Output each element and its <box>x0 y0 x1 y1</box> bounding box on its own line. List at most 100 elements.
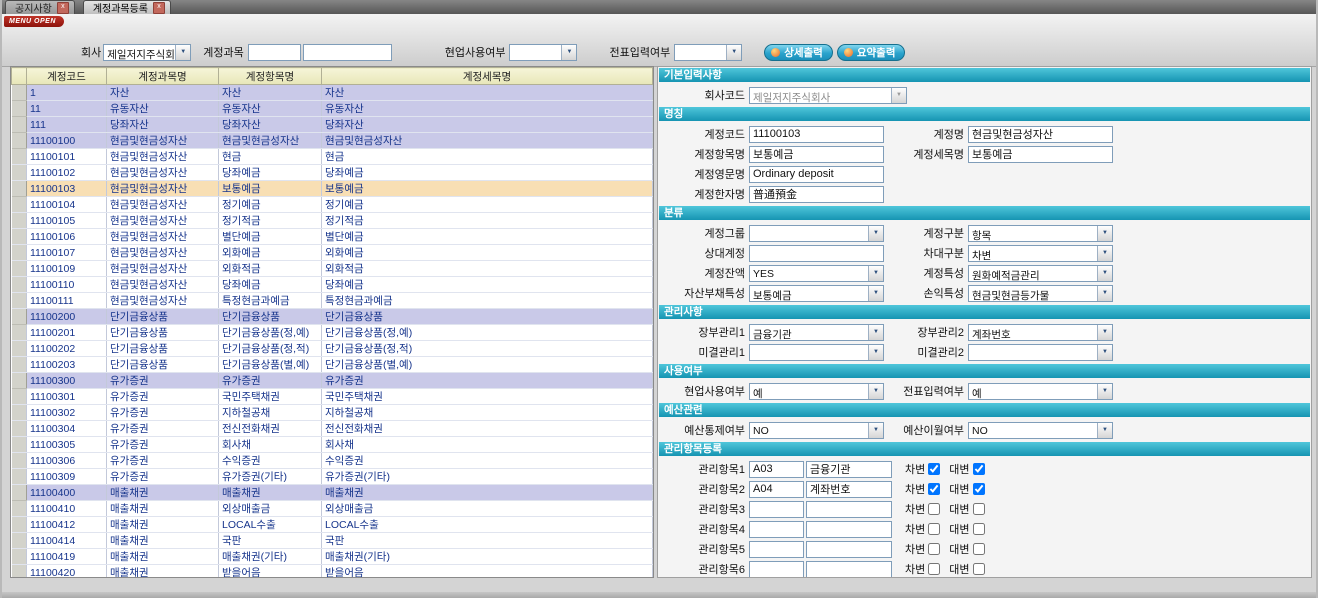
mgmt-item-name-input[interactable] <box>806 481 892 498</box>
row-selector-cell[interactable] <box>12 293 27 309</box>
table-row[interactable]: 11100302유가증권지하철공채지하철공채 <box>12 405 653 421</box>
slip-input-select[interactable]: ▼ <box>674 44 742 61</box>
pending2-select[interactable]: ▼ <box>968 344 1113 361</box>
row-selector-cell[interactable] <box>12 213 27 229</box>
company-select[interactable]: 제일저지주식회사▼ <box>103 44 191 61</box>
account-detail-field[interactable] <box>968 146 1113 163</box>
budget-carryover-select[interactable]: NO▼ <box>968 422 1113 439</box>
table-row[interactable]: 1자산자산자산 <box>12 85 653 101</box>
row-selector-cell[interactable] <box>12 133 27 149</box>
row-selector-cell[interactable] <box>12 229 27 245</box>
mgmt-item-code-input[interactable] <box>749 561 804 578</box>
close-icon[interactable]: x <box>153 2 165 14</box>
table-row[interactable]: 11100414매출채권국판국판 <box>12 533 653 549</box>
row-selector-cell[interactable] <box>12 149 27 165</box>
row-selector-cell[interactable] <box>12 309 27 325</box>
credit-checkbox[interactable] <box>973 543 985 555</box>
mgmt-item-code-input[interactable] <box>749 541 804 558</box>
table-row[interactable]: 11100410매출채권외상매출금외상매출금 <box>12 501 653 517</box>
table-row[interactable]: 11유동자산유동자산유동자산 <box>12 101 653 117</box>
credit-checkbox[interactable] <box>973 503 985 515</box>
asset-liability-trait-select[interactable]: 보통예금▼ <box>749 285 884 302</box>
detail-print-button[interactable]: 상세출력 <box>764 44 833 61</box>
table-row[interactable]: 11100301유가증권국민주택채권국민주택채권 <box>12 389 653 405</box>
credit-checkbox[interactable] <box>973 483 985 495</box>
tab-notice[interactable]: 공지사항 x <box>5 0 75 14</box>
budget-control-select[interactable]: NO▼ <box>749 422 884 439</box>
row-selector-cell[interactable] <box>12 341 27 357</box>
account-group-select[interactable]: ▼ <box>749 225 884 242</box>
row-selector-cell[interactable] <box>12 197 27 213</box>
row-selector-cell[interactable] <box>12 485 27 501</box>
table-row[interactable]: 111당좌자산당좌자산당좌자산 <box>12 117 653 133</box>
table-row[interactable]: 11100304유가증권전신전화채권전신전화채권 <box>12 421 653 437</box>
table-row[interactable]: 11100419매출채권매출채권(기타)매출채권(기타) <box>12 549 653 565</box>
row-selector-cell[interactable] <box>12 277 27 293</box>
row-selector-cell[interactable] <box>12 85 27 101</box>
row-selector-cell[interactable] <box>12 437 27 453</box>
credit-checkbox[interactable] <box>973 523 985 535</box>
ledger1-select[interactable]: 금융기관▼ <box>749 324 884 341</box>
pl-trait-select[interactable]: 현금및현금등가물▼ <box>968 285 1113 302</box>
table-row[interactable]: 11100202단기금융상품단기금융상품(정,적)단기금융상품(정,적) <box>12 341 653 357</box>
debit-checkbox[interactable] <box>928 483 940 495</box>
table-row[interactable]: 11100101현금및현금성자산현금현금 <box>12 149 653 165</box>
debit-checkbox[interactable] <box>928 563 940 575</box>
mgmt-item-code-input[interactable] <box>749 501 804 518</box>
mgmt-item-name-input[interactable] <box>806 521 892 538</box>
row-selector-cell[interactable] <box>12 117 27 133</box>
debit-checkbox[interactable] <box>928 463 940 475</box>
row-selector-cell[interactable] <box>12 325 27 341</box>
table-row[interactable]: 11100106현금및현금성자산별단예금별단예금 <box>12 229 653 245</box>
debit-checkbox[interactable] <box>928 543 940 555</box>
row-selector-cell[interactable] <box>12 165 27 181</box>
table-row[interactable]: 11100203단기금융상품단기금융상품(별,예)단기금융상품(별,예) <box>12 357 653 373</box>
row-selector-cell[interactable] <box>12 549 27 565</box>
credit-checkbox[interactable] <box>973 463 985 475</box>
pending1-select[interactable]: ▼ <box>749 344 884 361</box>
mgmt-item-name-input[interactable] <box>806 561 892 578</box>
row-selector-cell[interactable] <box>12 453 27 469</box>
row-selector-cell[interactable] <box>12 181 27 197</box>
debit-checkbox[interactable] <box>928 503 940 515</box>
account-hanja-field[interactable] <box>749 186 884 203</box>
account-division-select[interactable]: 항목▼ <box>968 225 1113 242</box>
menu-open-button[interactable]: MENU OPEN <box>4 16 64 27</box>
row-selector-cell[interactable] <box>12 501 27 517</box>
row-selector-cell[interactable] <box>12 517 27 533</box>
table-row[interactable]: 11100300유가증권유가증권유가증권 <box>12 373 653 389</box>
mgmt-item-code-input[interactable] <box>749 481 804 498</box>
row-selector-cell[interactable] <box>12 261 27 277</box>
counter-account-field[interactable] <box>749 245 884 262</box>
table-row[interactable]: 11100111현금및현금성자산특정현금과예금특정현금과예금 <box>12 293 653 309</box>
tab-account-registration[interactable]: 계정과목등록 x <box>83 0 171 14</box>
mgmt-item-code-input[interactable] <box>749 461 804 478</box>
mgmt-item-name-input[interactable] <box>806 541 892 558</box>
table-row[interactable]: 11100309유가증권유가증권(기타)유가증권(기타) <box>12 469 653 485</box>
table-row[interactable]: 11100201단기금융상품단기금융상품(정,예)단기금융상품(정,예) <box>12 325 653 341</box>
row-selector-cell[interactable] <box>12 421 27 437</box>
table-row[interactable]: 11100400매출채권매출채권매출채권 <box>12 485 653 501</box>
mgmt-item-code-input[interactable] <box>749 521 804 538</box>
table-row[interactable]: 11100412매출채권LOCAL수출LOCAL수출 <box>12 517 653 533</box>
ledger2-select[interactable]: 계좌번호▼ <box>968 324 1113 341</box>
table-row[interactable]: 11100104현금및현금성자산정기예금정기예금 <box>12 197 653 213</box>
field-use-select[interactable]: ▼ <box>509 44 577 61</box>
mgmt-item-name-input[interactable] <box>806 501 892 518</box>
mgmt-item-name-input[interactable] <box>806 461 892 478</box>
debit-checkbox[interactable] <box>928 523 940 535</box>
row-selector-cell[interactable] <box>12 389 27 405</box>
row-selector-cell[interactable] <box>12 469 27 485</box>
table-row[interactable]: 11100103현금및현금성자산보통예금보통예금 <box>12 181 653 197</box>
table-row[interactable]: 11100100현금및현금성자산현금및현금성자산현금및현금성자산 <box>12 133 653 149</box>
account-trait-select[interactable]: 원화예적금관리▼ <box>968 265 1113 282</box>
slip-input-form-select[interactable]: 예▼ <box>968 383 1113 400</box>
account-balance-select[interactable]: YES▼ <box>749 265 884 282</box>
table-row[interactable]: 11100110현금및현금성자산당좌예금당좌예금 <box>12 277 653 293</box>
table-row[interactable]: 11100420매출채권받을어음받을어음 <box>12 565 653 579</box>
table-row[interactable]: 11100305유가증권회사채회사채 <box>12 437 653 453</box>
company-code-select[interactable]: 제일저지주식회사▼ <box>749 87 907 104</box>
account-name-input[interactable] <box>303 44 392 61</box>
account-code-input[interactable] <box>248 44 301 61</box>
row-selector-cell[interactable] <box>12 373 27 389</box>
